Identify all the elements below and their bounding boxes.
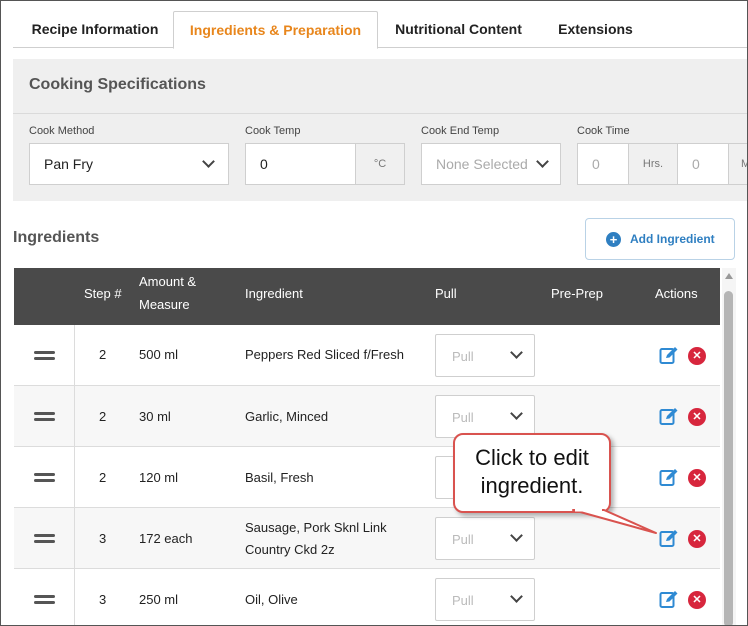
app-window: Recipe Information Ingredients & Prepara… [0,0,748,626]
callout-pointer [572,508,657,534]
